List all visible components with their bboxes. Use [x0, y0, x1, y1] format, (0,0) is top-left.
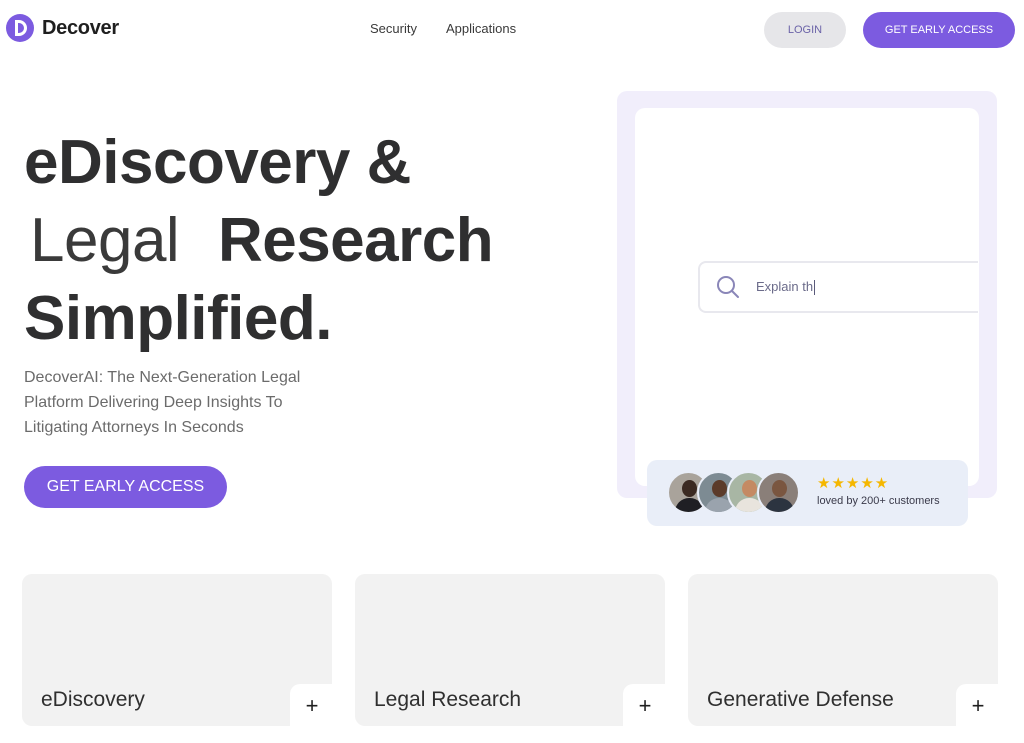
brand-logo[interactable]: Decover: [6, 14, 119, 42]
hero-early-access-button[interactable]: GET EARLY ACCESS: [24, 466, 227, 508]
login-button[interactable]: LOGIN: [764, 12, 846, 48]
rating-text: loved by 200+ customers: [817, 495, 940, 507]
main-nav: Security Applications: [370, 21, 516, 36]
logo-icon: [6, 14, 34, 42]
search-icon: [716, 275, 740, 299]
text-caret: [814, 280, 816, 296]
card-label: Generative Defense: [707, 688, 894, 711]
feature-card-ediscovery[interactable]: eDiscovery +: [22, 574, 334, 728]
feature-card-generative-defense[interactable]: Generative Defense +: [688, 574, 1000, 728]
nav-item-applications[interactable]: Applications: [446, 21, 516, 36]
feature-card-legal-research[interactable]: Legal Research +: [355, 574, 667, 728]
hero-title-line-2: Legal Research: [6, 202, 494, 282]
mockup-search-input[interactable]: Explain th: [698, 261, 978, 313]
search-input-value: Explain th: [756, 278, 816, 296]
hero-title-research: Research: [217, 206, 494, 275]
avatar: [757, 471, 800, 514]
card-label: eDiscovery: [41, 688, 145, 711]
brand-name: Decover: [42, 16, 119, 39]
customer-avatars: [667, 471, 800, 514]
nav-item-security[interactable]: Security: [370, 21, 417, 36]
top-header: Decover Security Applications LOGIN GET …: [0, 0, 1024, 60]
hero-title-line-3: Simplified.: [24, 284, 332, 353]
header-early-access-button[interactable]: GET EARLY ACCESS: [863, 12, 1015, 48]
plus-icon[interactable]: +: [623, 684, 667, 728]
hero-title-line-1: eDiscovery &: [24, 128, 411, 197]
hero-subtitle: DecoverAI: The Next-Generation Legal Pla…: [24, 369, 301, 436]
rating-stars: ★★★★★: [817, 475, 890, 492]
plus-icon[interactable]: +: [956, 684, 1000, 728]
card-label: Legal Research: [374, 688, 522, 711]
hero-title-highlight: Legal: [6, 202, 202, 282]
plus-icon[interactable]: +: [290, 684, 334, 728]
customer-review-badge: ★★★★★ loved by 200+ customers: [647, 460, 968, 526]
hero-title: eDiscovery & Legal Research Simplified.: [6, 124, 494, 358]
